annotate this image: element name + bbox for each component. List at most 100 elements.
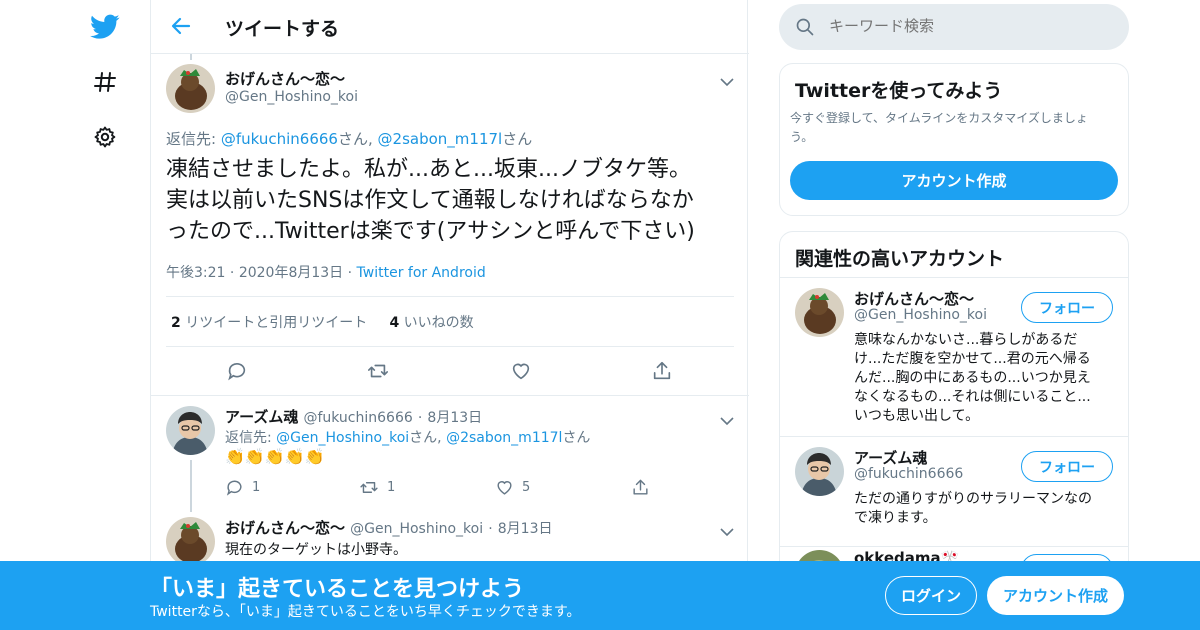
follow-button[interactable]: フォロー <box>1021 451 1113 482</box>
retweet-action[interactable]: 1 <box>359 478 395 497</box>
share-icon[interactable] <box>651 360 673 382</box>
retweet-icon <box>360 482 378 493</box>
signup-button[interactable]: アカウント作成 <box>987 576 1124 615</box>
like-label: いいねの数 <box>403 315 474 331</box>
avatar[interactable] <box>795 288 844 337</box>
left-nav <box>0 0 150 630</box>
account-handle[interactable]: @fukuchin6666 <box>854 466 963 482</box>
reply-sep: さん, <box>409 430 442 446</box>
reply-sep: さん, <box>337 130 373 148</box>
chevron-down-icon[interactable] <box>720 72 734 87</box>
divider <box>166 296 734 297</box>
reply-user-link[interactable]: @fukuchin6666 <box>221 130 338 148</box>
main-column: ツイートする おげんさん〜恋〜 @Gen_Hoshino_koi 返信先: @f… <box>150 0 749 630</box>
bio-line: ただの通りすがりのサラリーマンなの <box>854 491 1092 507</box>
author-handle[interactable]: @fukuchin6666 <box>303 410 412 426</box>
reply-user-link[interactable]: @2sabon_m117l <box>378 130 503 148</box>
tweet-text: 現在のターゲットは小野寺。 <box>225 542 407 558</box>
search-input[interactable] <box>829 17 1109 35</box>
tweet-source[interactable]: Twitter for Android <box>357 265 486 281</box>
reply-to: 返信先: @fukuchin6666さん, @2sabon_m117lさん <box>166 128 532 149</box>
follow-button[interactable]: フォロー <box>1021 292 1113 323</box>
reply-to: 返信先: @Gen_Hoshino_koiさん, @2sabon_m117lさん <box>225 427 590 447</box>
chevron-down-icon[interactable] <box>720 522 734 537</box>
reply-icon[interactable] <box>226 360 248 382</box>
heart-icon <box>497 481 512 495</box>
avatar[interactable] <box>166 406 215 455</box>
retweet-stat[interactable]: 2 リツイートと引用リツイート <box>171 315 367 331</box>
author-name[interactable]: アーズム魂 <box>225 408 298 426</box>
hashtag-icon[interactable] <box>88 65 122 99</box>
page-title: ツイートする <box>225 18 340 40</box>
avatar[interactable] <box>166 517 215 566</box>
heart-icon[interactable] <box>510 360 532 382</box>
reply-header: おげんさん〜恋〜 @Gen_Hoshino_koi · 8月13日 <box>225 517 552 538</box>
reply-label: 返信先: <box>166 130 217 148</box>
tweet-meta: 午後3:21 · 2020年8月13日 · Twitter for Androi… <box>166 262 486 282</box>
tweet-text-line: ったので...Twitterは楽です(アサシンと呼んで下さい) <box>166 219 695 244</box>
like-stat[interactable]: 4 いいねの数 <box>389 315 473 331</box>
page-header: ツイートする <box>151 0 749 54</box>
bio-line: いつも思い出して。 <box>854 408 980 424</box>
reply-suffix: さん <box>502 130 533 148</box>
author-name[interactable]: おげんさん〜恋〜 <box>225 519 345 537</box>
retweet-label: リツイートと引用リツイート <box>185 315 368 331</box>
bio-line: け...ただ腹を空かせて...君の元へ帰る <box>854 351 1091 367</box>
like-count: 4 <box>389 315 400 331</box>
signup-card: Twitterを使ってみよう 今すぐ登録して、タイムラインをカスタマイズしましょ… <box>779 63 1129 216</box>
reply-header: アーズム魂 @fukuchin6666 · 8月13日 <box>225 406 482 427</box>
avatar[interactable] <box>795 447 844 496</box>
author-handle[interactable]: @Gen_Hoshino_koi <box>350 521 483 537</box>
author-handle[interactable]: @Gen_Hoshino_koi <box>225 89 358 105</box>
meta-dot: · <box>229 265 235 281</box>
bio-line: 意味なんかないさ...暮らしがあるだ <box>854 332 1078 348</box>
description-line: 今すぐ登録して、タイムラインをカスタマイズしましょ <box>790 111 1088 125</box>
tweet-date[interactable]: 2020年8月13日 <box>239 265 343 281</box>
bio-line: で凍ります。 <box>854 510 937 526</box>
reply-count: 1 <box>252 480 261 495</box>
search-box[interactable] <box>779 4 1129 50</box>
create-account-button[interactable]: アカウント作成 <box>790 161 1118 200</box>
banner-subtitle: Twitterなら、「いま」起きていることをいち早くチェックできます。 <box>150 604 581 620</box>
account-bio: 意味なんかないさ...暮らしがあるだ け...ただ腹を空かせて...君の元へ帰る… <box>854 331 1110 426</box>
retweet-icon[interactable] <box>367 360 389 382</box>
account-item[interactable]: おげんさん〜恋〜 @Gen_Hoshino_koi フォロー 意味なんかないさ.… <box>780 277 1128 436</box>
meta-dot: · <box>488 521 493 537</box>
author-name[interactable]: おげんさん〜恋〜 <box>225 68 345 89</box>
twitter-bird-icon[interactable] <box>88 10 122 44</box>
like-count: 5 <box>522 480 531 495</box>
avatar[interactable] <box>166 64 215 113</box>
account-item[interactable]: アーズム魂 @fukuchin6666 フォロー ただの通りすがりのサラリーマン… <box>780 436 1128 546</box>
tweet-date[interactable]: 8月13日 <box>498 521 553 537</box>
signup-banner: 「いま」起きていることを見つけよう Twitterなら、「いま」起きていることを… <box>0 561 1200 630</box>
thread-line <box>190 460 192 512</box>
reply-suffix: さん <box>562 430 591 446</box>
reply-action[interactable]: 1 <box>225 478 260 497</box>
login-button[interactable]: ログイン <box>885 576 977 615</box>
reply-user-link[interactable]: @Gen_Hoshino_koi <box>276 430 409 446</box>
back-arrow-icon[interactable] <box>169 14 193 38</box>
retweet-count: 2 <box>171 315 181 331</box>
reply-icon <box>226 480 242 496</box>
account-handle[interactable]: @Gen_Hoshino_koi <box>854 307 987 323</box>
like-action[interactable]: 5 <box>495 478 530 497</box>
banner-title: 「いま」起きていることを見つけよう <box>150 577 525 602</box>
tweet-date[interactable]: 8月13日 <box>427 410 482 426</box>
account-bio: ただの通りすがりのサラリーマンなの で凍ります。 <box>854 490 1110 528</box>
signup-card-title: Twitterを使ってみよう <box>795 80 1003 102</box>
account-name[interactable]: おげんさん〜恋〜 <box>854 288 974 309</box>
tweet-stats: 2 リツイートと引用リツイート 4 いいねの数 <box>171 312 474 332</box>
description-line: う。 <box>790 130 814 144</box>
account-name[interactable]: アーズム魂 <box>854 447 927 468</box>
tweet-time[interactable]: 午後3:21 <box>166 265 225 281</box>
bio-line: んだ...胸の中にあるもの...いつか見え <box>854 370 1091 386</box>
reply-user-link[interactable]: @2sabon_m117l <box>446 430 562 446</box>
gear-icon[interactable] <box>88 120 122 154</box>
bio-line: なくなるもの...それは側にいること... <box>854 389 1091 405</box>
thread-line <box>190 54 192 60</box>
meta-dot: · <box>417 410 423 426</box>
divider <box>166 346 734 347</box>
chevron-down-icon[interactable] <box>720 411 734 426</box>
reply-label: 返信先: <box>225 430 272 446</box>
share-icon[interactable] <box>631 478 650 497</box>
